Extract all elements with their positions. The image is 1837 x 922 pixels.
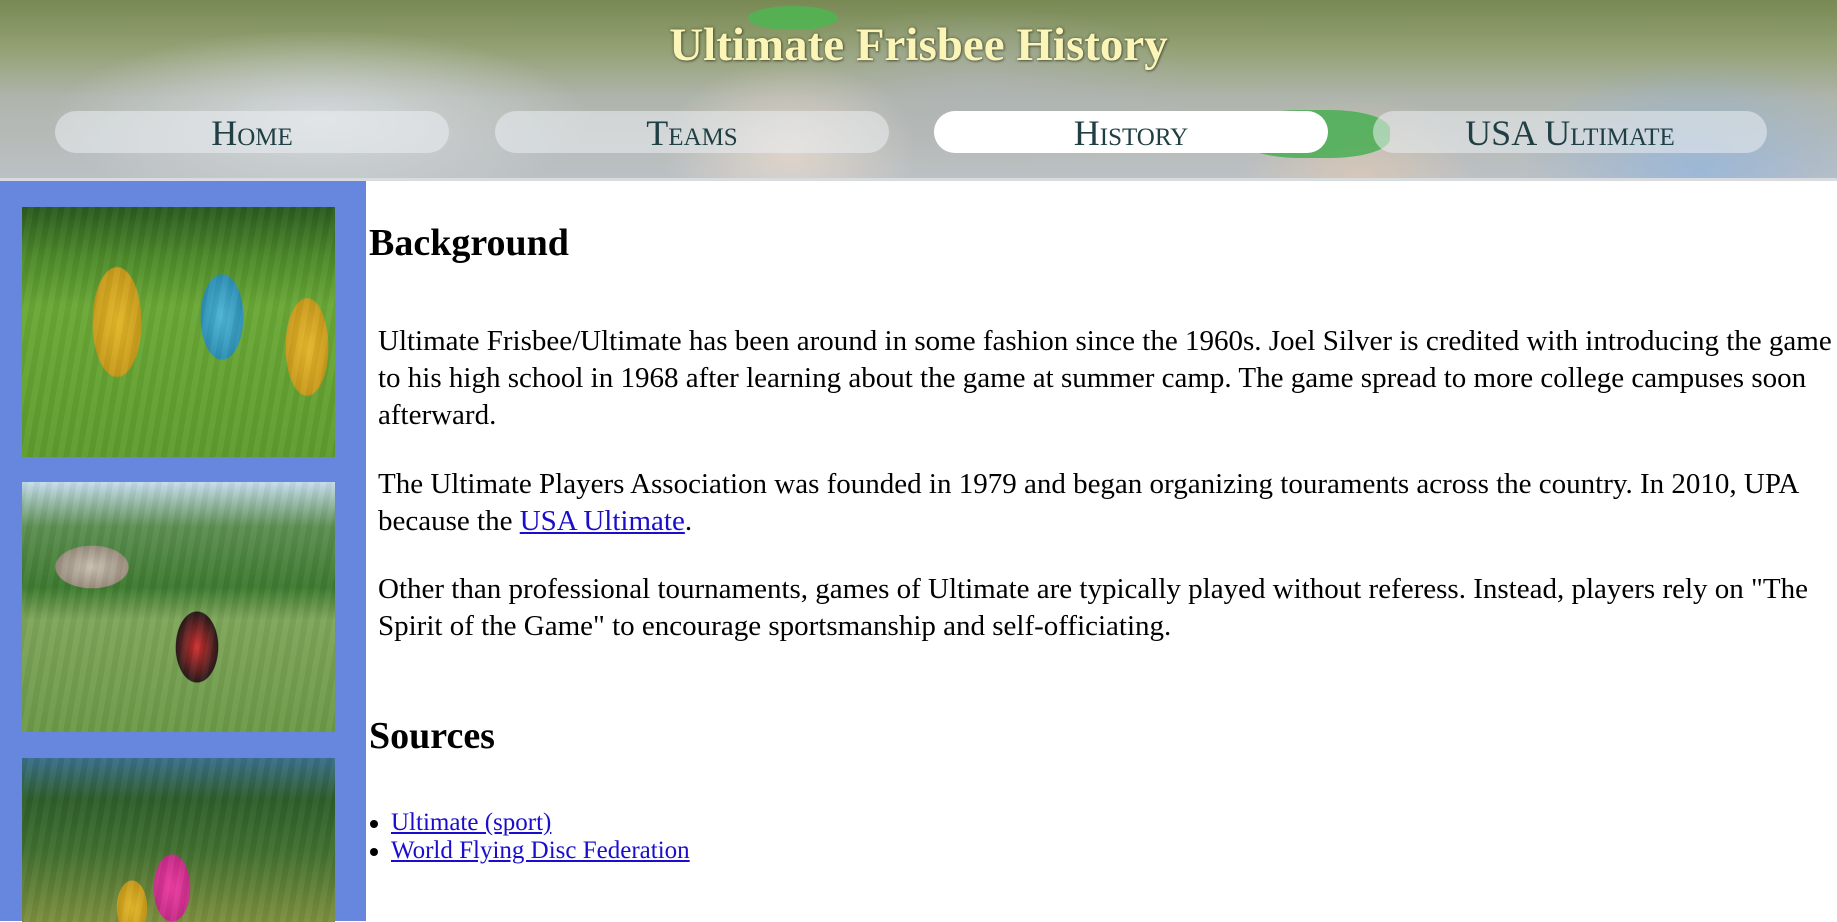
paragraph-text: .	[684, 505, 693, 537]
site-title: Ultimate Frisbee History	[669, 19, 1168, 71]
nav-teams[interactable]: Teams	[495, 111, 889, 153]
background-paragraph-1: Ultimate Frisbee/Ultimate has been aroun…	[378, 325, 1832, 431]
nav-usa-ultimate[interactable]: USA Ultimate	[1373, 111, 1767, 153]
ultimate-catch-photo	[22, 758, 335, 922]
background-heading: Background	[369, 222, 569, 264]
nav-home[interactable]: Home	[55, 111, 449, 153]
nav-history[interactable]: History	[934, 111, 1328, 153]
ultimate-game-photo	[22, 207, 335, 457]
source-link-ultimate-sport[interactable]: Ultimate (sport)	[391, 809, 551, 836]
background-paragraph-2: The Ultimate Players Association was fou…	[378, 466, 1833, 540]
main-nav: Home Teams History USA Ultimate	[0, 111, 1837, 153]
bullet-icon	[370, 848, 378, 856]
usa-ultimate-link[interactable]: USA Ultimate	[520, 505, 685, 537]
list-item: World Flying Disc Federation	[368, 837, 690, 865]
bullet-icon	[370, 820, 378, 828]
photo-sidebar	[0, 181, 366, 922]
sources-heading: Sources	[369, 715, 495, 757]
ultimate-field-photo	[22, 482, 335, 732]
header-banner: Ultimate Frisbee History Home Teams Hist…	[0, 0, 1837, 179]
background-paragraph-3: Other than professional tournaments, gam…	[378, 573, 1808, 642]
source-link-wfdf[interactable]: World Flying Disc Federation	[391, 837, 690, 864]
main-content: Background Ultimate Frisbee/Ultimate has…	[368, 181, 1837, 921]
list-item: Ultimate (sport)	[368, 809, 690, 837]
sources-list: Ultimate (sport) World Flying Disc Feder…	[368, 809, 690, 865]
